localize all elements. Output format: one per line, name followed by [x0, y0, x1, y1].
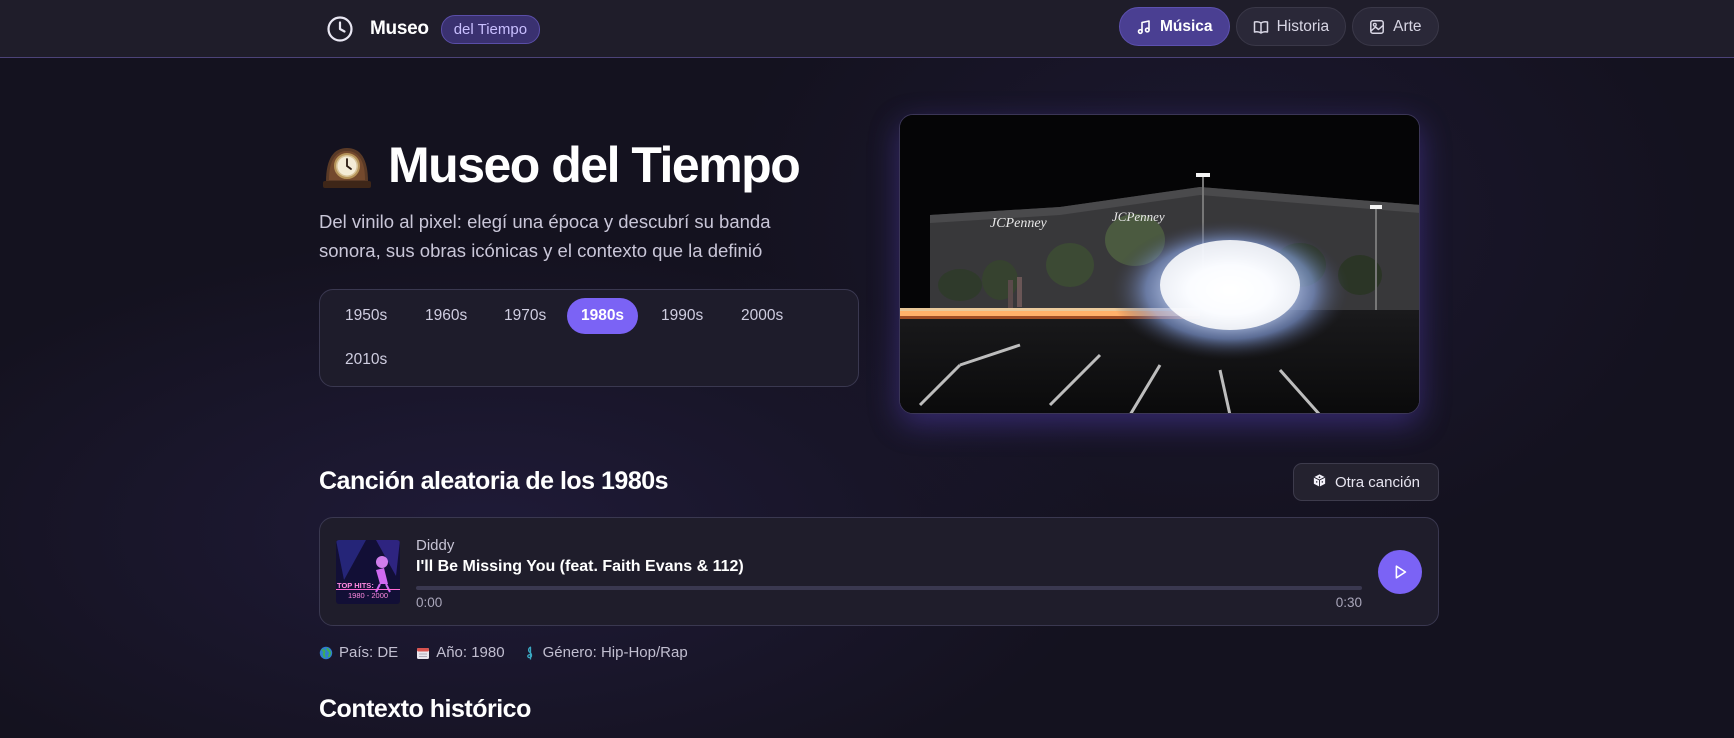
nav-links: Música Historia Arte — [1119, 7, 1439, 46]
page-title: Museo del Tiempo — [388, 137, 801, 193]
decade-2010s[interactable]: 2010s — [330, 342, 402, 378]
play-icon — [1395, 565, 1407, 579]
mantelpiece-clock-icon — [320, 138, 374, 192]
calendar-icon — [416, 646, 430, 660]
song-title: I'll Be Missing You (feat. Faith Evans &… — [416, 558, 744, 575]
decade-selector: 1950s 1960s 1970s 1980s 1990s 2000s 2010… — [319, 289, 859, 387]
decade-1960s[interactable]: 1960s — [410, 298, 482, 334]
song-artist: Diddy — [416, 537, 455, 554]
nav-link-label: Música — [1160, 17, 1213, 35]
decade-1990s[interactable]: 1990s — [646, 298, 718, 334]
hero-subtitle: Del vinilo al pixel: elegí una época y d… — [319, 211, 771, 261]
decade-1980s[interactable]: 1980s — [567, 298, 638, 334]
decade-1950s[interactable]: 1950s — [330, 298, 402, 334]
decade-1970s[interactable]: 1970s — [489, 298, 561, 334]
brand-name: Museo — [370, 18, 429, 39]
cover-text: TOP HITS: — [337, 581, 374, 590]
progress-bar[interactable] — [416, 586, 1362, 590]
meta-genre-label: Género: Hip-Hop/Rap — [542, 644, 688, 661]
music-note-icon — [1137, 19, 1150, 34]
meta-year-label: Año: 1980 — [436, 644, 505, 661]
audio-player: TOP HITS: 1980 - 2000 Diddy I'll Be Miss… — [319, 517, 1439, 626]
album-cover: TOP HITS: 1980 - 2000 — [336, 540, 400, 604]
dice-icon — [1312, 473, 1327, 492]
context-section-title: Contexto histórico — [319, 695, 531, 723]
brand[interactable]: Museo del Tiempo — [326, 12, 541, 46]
meta-country-label: País: DE — [339, 644, 399, 661]
nav-link-musica[interactable]: Música — [1119, 7, 1230, 46]
store-sign: JCPenney — [1112, 209, 1165, 224]
other-song-button[interactable]: Otra canción — [1293, 463, 1439, 501]
other-song-label: Otra canción — [1334, 473, 1421, 491]
meta-year: Año: 1980 — [416, 644, 505, 661]
time-total: 0:30 — [1335, 595, 1362, 610]
time-current: 0:00 — [416, 595, 443, 610]
clock-icon — [326, 15, 354, 43]
meta-country: País: DE — [319, 644, 398, 661]
play-button[interactable] — [1378, 550, 1422, 594]
brand-tag: del Tiempo — [440, 14, 541, 44]
era-video[interactable]: JCPenney JCPenney — [899, 114, 1420, 414]
decade-2000s[interactable]: 2000s — [726, 298, 798, 334]
hero-title: Museo del Tiempo — [320, 136, 801, 194]
store-sign: JCPenney — [990, 216, 1048, 231]
meta-genre: Género: Hip-Hop/Rap — [523, 644, 688, 661]
globe-icon — [319, 646, 333, 660]
top-navbar: Museo del Tiempo Música Historia Arte — [0, 0, 1734, 58]
nav-link-label: Arte — [1393, 17, 1422, 35]
song-meta: País: DE Año: 1980 Género: Hip-Hop/Rap — [319, 644, 688, 661]
book-icon — [1253, 20, 1268, 34]
nav-link-label: Historia — [1276, 17, 1330, 35]
song-section-title: Canción aleatoria de los 1980s — [319, 467, 669, 495]
cover-text: 1980 - 2000 — [348, 591, 388, 600]
nav-link-arte[interactable]: Arte — [1352, 7, 1439, 46]
image-icon — [1370, 19, 1385, 34]
treble-clef-icon — [523, 645, 537, 660]
nav-link-historia[interactable]: Historia — [1235, 7, 1347, 46]
